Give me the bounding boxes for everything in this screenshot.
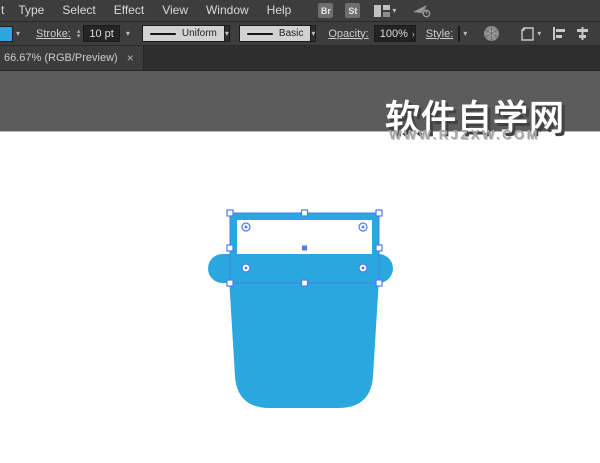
- corner-widget[interactable]: [241, 263, 251, 273]
- document-tab[interactable]: 66.67% (RGB/Preview) ×: [0, 46, 144, 70]
- menu-item-type[interactable]: Type: [9, 0, 53, 21]
- control-bar: ▾ Stroke: ▴ ▾ 10 pt ▾ Uniform ▾ Basic ▾ …: [0, 22, 600, 46]
- handle-top-center[interactable]: [300, 209, 309, 217]
- variable-width-profile-select[interactable]: Uniform: [141, 25, 225, 42]
- handle-bottom-right[interactable]: [375, 279, 383, 287]
- opacity-input[interactable]: 100%: [373, 25, 412, 42]
- recolor-artwork-button[interactable]: [483, 25, 500, 42]
- color-wheel-icon: [484, 26, 500, 41]
- handle-middle-left[interactable]: [226, 244, 234, 252]
- paper-plane-icon: [413, 4, 431, 17]
- document-tab-bar: 66.67% (RGB/Preview) ×: [0, 46, 600, 71]
- menu-item-effect[interactable]: Effect: [105, 0, 153, 21]
- close-icon[interactable]: ×: [127, 52, 134, 64]
- bridge-button[interactable]: Br: [318, 3, 334, 18]
- document-tab-label: 66.67% (RGB/Preview): [4, 52, 118, 64]
- workspace-switcher[interactable]: ▾: [374, 4, 397, 17]
- uniform-stroke-preview: [149, 32, 176, 35]
- corner-widget[interactable]: [358, 222, 368, 232]
- style-label[interactable]: Style:: [426, 28, 454, 40]
- workspace-layout-icon: [374, 4, 391, 17]
- opacity-expander-button[interactable]: ›: [411, 25, 416, 42]
- menu-item-select[interactable]: Select: [53, 0, 104, 21]
- menu-item-window[interactable]: Window: [197, 0, 258, 21]
- chevron-down-icon: ▾: [311, 29, 316, 38]
- align-buttons: [553, 27, 600, 40]
- graphic-style-swatch[interactable]: [458, 25, 461, 42]
- chevron-down-icon: ▾: [537, 28, 542, 38]
- handle-top-left[interactable]: [226, 209, 234, 217]
- brush-definition-value: Basic: [278, 28, 304, 39]
- menu-item-view[interactable]: View: [153, 0, 197, 21]
- stock-button[interactable]: St: [345, 3, 361, 18]
- selection-center-point[interactable]: [302, 245, 307, 251]
- menubar-quick-buttons: Br St ▾: [306, 3, 432, 18]
- menu-bar: t Type Select Effect View Window Help Br…: [0, 0, 600, 22]
- corner-widget[interactable]: [241, 222, 251, 232]
- handle-bottom-left[interactable]: [226, 279, 234, 287]
- brush-definition-dropdown[interactable]: ▾: [311, 25, 317, 42]
- align-left-button[interactable]: [553, 27, 566, 40]
- chevron-down-icon: ▾: [224, 29, 229, 38]
- width-profile-dropdown[interactable]: ▾: [224, 25, 230, 42]
- handle-top-right[interactable]: [375, 209, 383, 217]
- expand-icon: ›: [411, 28, 415, 39]
- menu-item-object-cut[interactable]: t: [0, 0, 9, 21]
- fill-color-swatch[interactable]: [0, 25, 13, 42]
- handle-middle-right[interactable]: [375, 244, 383, 252]
- chevron-down-icon[interactable]: ▾: [463, 29, 467, 38]
- align-center-button[interactable]: [576, 27, 589, 40]
- chevron-down-icon[interactable]: ▾: [16, 29, 20, 38]
- document-setup-button[interactable]: ▾: [520, 26, 542, 41]
- width-profile-value: Uniform: [181, 28, 217, 39]
- basic-brush-preview: [246, 32, 273, 35]
- work-area: 软件自学网 WWW.RJZXW.COM: [0, 71, 600, 463]
- illustrator-window: t Type Select Effect View Window Help Br…: [0, 0, 600, 463]
- menu-item-help[interactable]: Help: [258, 0, 301, 21]
- share-button[interactable]: [412, 4, 432, 18]
- chevron-down-icon[interactable]: ▾: [126, 29, 130, 38]
- stroke-weight-input[interactable]: 10 pt: [83, 25, 120, 42]
- chevron-down-icon: ▾: [392, 5, 397, 15]
- opacity-label[interactable]: Opacity:: [328, 28, 368, 40]
- watermark-url: WWW.RJZXW.COM: [389, 127, 540, 142]
- stroke-weight-stepper[interactable]: ▴ ▾: [77, 28, 81, 40]
- handle-bottom-center[interactable]: [300, 279, 309, 287]
- document-setup-icon: [521, 26, 534, 41]
- stroke-label[interactable]: Stroke:: [36, 28, 71, 40]
- corner-widget[interactable]: [358, 263, 368, 273]
- stepper-down-icon[interactable]: ▾: [77, 33, 81, 40]
- brush-definition-select[interactable]: Basic: [238, 25, 312, 42]
